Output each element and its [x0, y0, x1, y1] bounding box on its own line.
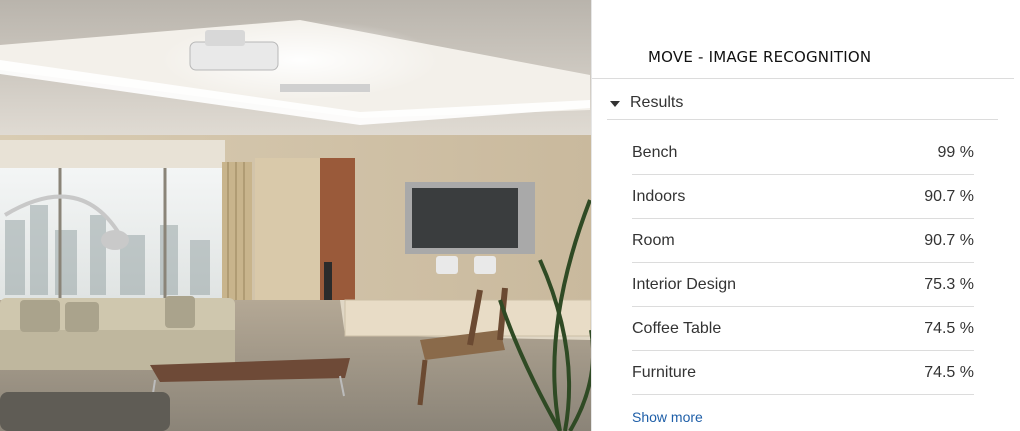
analyzed-image: [0, 0, 591, 431]
result-row: Room 90.7 %: [632, 219, 974, 263]
result-label: Coffee Table: [632, 319, 722, 337]
result-row: Bench 99 %: [632, 131, 974, 175]
result-score: 74.5 %: [924, 319, 974, 337]
result-score: 75.3 %: [924, 275, 974, 293]
result-label: Furniture: [632, 363, 697, 381]
results-label: Results: [630, 94, 684, 111]
result-score: 90.7 %: [924, 231, 974, 249]
caret-down-icon: [610, 100, 620, 107]
panel-title: MOVE - IMAGE RECOGNITION: [648, 48, 872, 66]
result-row: Indoors 90.7 %: [632, 175, 974, 219]
result-label: Bench: [632, 143, 678, 161]
results-list: Bench 99 % Indoors 90.7 % Room 90.7 % In…: [632, 131, 974, 395]
results-toggle[interactable]: Results: [610, 88, 1000, 118]
results-divider: [607, 119, 998, 120]
result-score: 74.5 %: [924, 363, 974, 381]
result-row: Coffee Table 74.5 %: [632, 307, 974, 351]
result-score: 90.7 %: [924, 187, 974, 205]
result-score: 99 %: [937, 143, 974, 161]
result-label: Interior Design: [632, 275, 737, 293]
result-row: Furniture 74.5 %: [632, 351, 974, 395]
result-label: Room: [632, 231, 675, 249]
room-illustration: [0, 0, 591, 431]
result-label: Indoors: [632, 187, 686, 205]
recognition-panel: MOVE - IMAGE RECOGNITION Results Bench 9…: [591, 0, 1020, 431]
result-row: Interior Design 75.3 %: [632, 263, 974, 307]
title-divider: [592, 78, 1014, 79]
show-more-link[interactable]: Show more: [632, 409, 703, 425]
